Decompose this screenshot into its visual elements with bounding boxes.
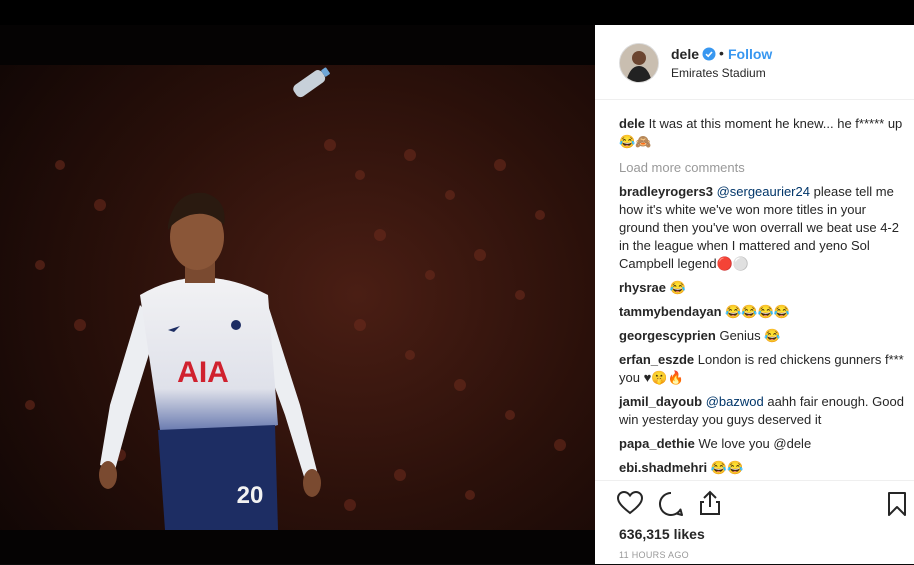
share-icon[interactable] xyxy=(698,490,722,516)
comment-mention[interactable]: @bazwod xyxy=(706,394,764,409)
comment-username[interactable]: erfan_eszde xyxy=(619,352,694,367)
comment-text: We love you @dele xyxy=(698,436,812,451)
heart-icon[interactable] xyxy=(617,491,643,515)
comment-item: erfan_eszde London is red chickens gunne… xyxy=(619,351,909,387)
comment-username[interactable]: rhysrae xyxy=(619,280,666,295)
comment-username[interactable]: papa_dethie xyxy=(619,436,695,451)
post-location[interactable]: Emirates Stadium xyxy=(671,66,766,80)
comment-item: jamil_dayoub @bazwod aahh fair enough. G… xyxy=(619,393,909,429)
comment-username[interactable]: jamil_dayoub xyxy=(619,394,702,409)
bookmark-icon[interactable] xyxy=(887,491,907,517)
post-header: dele • Follow Emirates Stadium xyxy=(595,25,914,100)
post-timestamp[interactable]: 11 HOURS AGO xyxy=(619,550,689,560)
comment-item: rhysrae 😂 xyxy=(619,279,909,297)
comment-username[interactable]: bradleyrogers3 xyxy=(619,184,713,199)
post-image: AIA 20 xyxy=(0,25,595,564)
post-photo[interactable]: AIA 20 xyxy=(0,25,595,564)
post-username[interactable]: dele xyxy=(671,46,699,62)
caption-username[interactable]: dele xyxy=(619,116,645,131)
comment-item: georgescyprien Genius 😂 xyxy=(619,327,909,345)
comment-mention[interactable]: @sergeaurier24 xyxy=(717,184,810,199)
comment-item: ebi.shadmehri 😂😂 xyxy=(619,459,909,477)
comment-username[interactable]: tammybendayan xyxy=(619,304,722,319)
shirt-number: 20 xyxy=(237,482,264,509)
verified-badge-icon xyxy=(702,47,716,61)
shirt-sponsor-text: AIA xyxy=(177,356,229,389)
comment-item: tammybendayan 😂😂😂😂 xyxy=(619,303,909,321)
post-sidebar: dele • Follow Emirates Stadium dele It w… xyxy=(595,25,914,564)
comment-text: 😂😂😂😂 xyxy=(725,304,790,319)
avatar-image xyxy=(620,44,658,82)
comment-icon[interactable] xyxy=(658,491,684,517)
likes-number: 636,315 xyxy=(619,526,670,542)
comment-item: papa_dethie We love you @dele xyxy=(619,435,909,453)
likes-count[interactable]: 636,315 likes xyxy=(619,526,705,542)
comment-text: 😂😂 xyxy=(710,460,744,475)
comments-list: dele It was at this moment he knew... he… xyxy=(619,115,909,483)
post-actions: 636,315 likes 11 HOURS AGO xyxy=(595,480,914,565)
comment-text: Genius 😂 xyxy=(719,328,781,343)
comment-item: bradleyrogers3 @sergeaurier24 please tel… xyxy=(619,183,909,273)
load-more-comments-button[interactable]: Load more comments xyxy=(619,159,909,177)
comment-username[interactable]: ebi.shadmehri xyxy=(619,460,707,475)
separator-dot: • xyxy=(719,45,724,61)
likes-label: likes xyxy=(673,526,705,542)
top-bar xyxy=(0,0,914,25)
follow-button[interactable]: Follow xyxy=(728,46,772,62)
comment-text: 😂 xyxy=(669,280,686,295)
post-caption: dele It was at this moment he knew... he… xyxy=(619,115,909,151)
comment-username[interactable]: georgescyprien xyxy=(619,328,716,343)
caption-text: It was at this moment he knew... he f***… xyxy=(619,116,903,149)
avatar[interactable] xyxy=(619,43,659,83)
